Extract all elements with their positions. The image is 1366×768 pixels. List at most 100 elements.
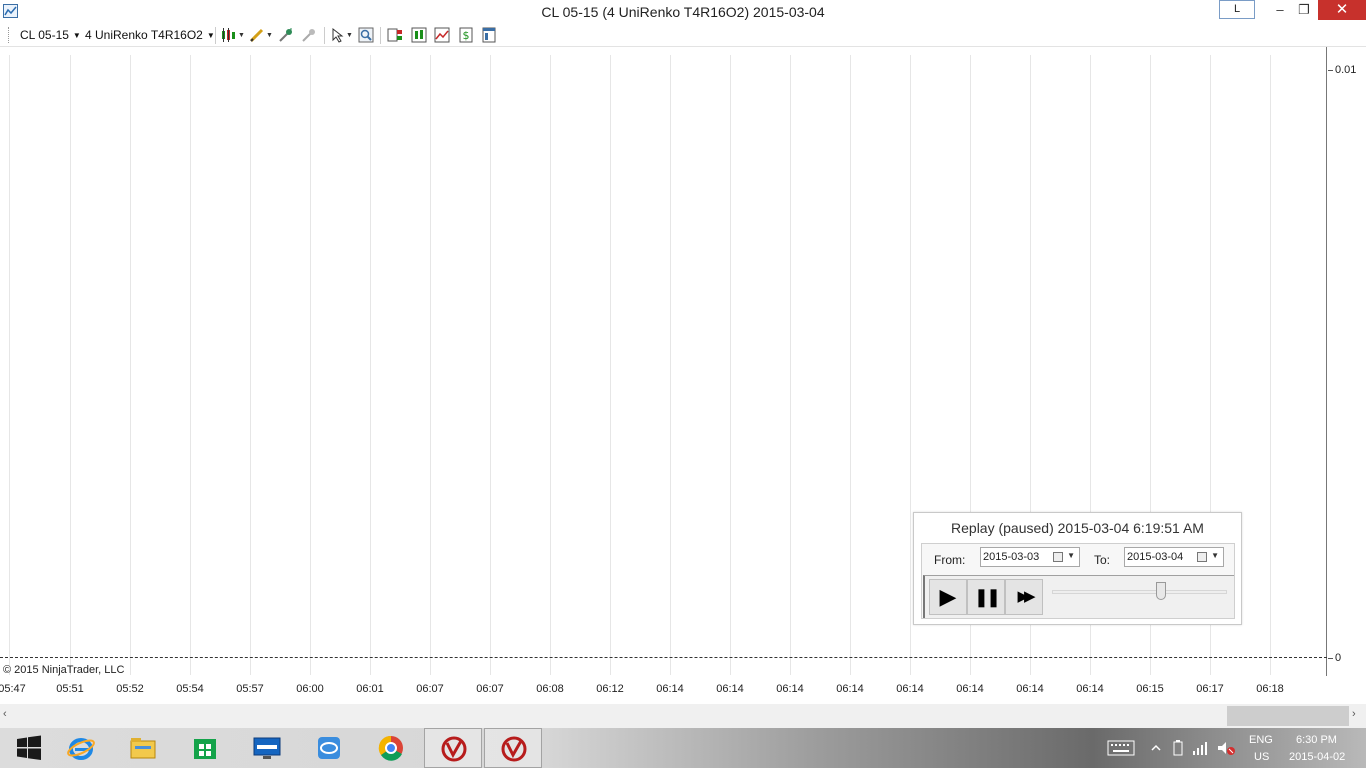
time-label: 06:14 <box>716 683 744 695</box>
ninjatrader-taskbar-item[interactable] <box>424 728 482 768</box>
grid-line <box>370 55 371 675</box>
to-date-picker[interactable]: 2015-03-04 ▼ <box>1124 547 1224 567</box>
clock-date[interactable]: 2015-04-02 <box>1289 751 1345 763</box>
price-label: 0.01 <box>1335 64 1357 76</box>
chart-trader-icon[interactable] <box>387 27 403 43</box>
time-label: 06:18 <box>1256 683 1284 695</box>
chevron-down-icon[interactable]: ▼ <box>1067 551 1075 560</box>
grid-line <box>910 55 911 675</box>
close-button[interactable]: ✕ <box>1318 0 1366 20</box>
grid-line <box>850 55 851 675</box>
time-axis[interactable]: 05:47 05:51 05:52 05:54 05:57 06:00 06:0… <box>0 677 1327 703</box>
chevron-down-icon[interactable]: ▼ <box>1211 551 1219 560</box>
candlestick-style-icon[interactable] <box>220 27 236 43</box>
chevron-down-icon[interactable]: ▼ <box>346 32 353 39</box>
chrome-icon[interactable] <box>362 728 420 768</box>
from-date-picker[interactable]: 2015-03-03 ▼ <box>980 547 1080 567</box>
add-indicator-icon[interactable] <box>278 27 294 43</box>
period-dropdown[interactable]: 4 UniRenko T4R16O2 ▼ <box>85 28 215 42</box>
to-label: To: <box>1094 553 1111 567</box>
chevron-down-icon[interactable]: ▼ <box>238 32 245 39</box>
speed-slider-track[interactable] <box>1052 590 1227 594</box>
time-label: 06:17 <box>1196 683 1224 695</box>
ninjatrader-chart-window: CL 05-15 (4 UniRenko T4R16O2) 2015-03-04… <box>0 0 1366 768</box>
time-label: 06:14 <box>656 683 684 695</box>
properties-icon[interactable] <box>481 27 497 43</box>
data-box-icon[interactable] <box>411 27 427 43</box>
ninjatrader-taskbar-item[interactable] <box>484 728 542 768</box>
horizontal-scrollbar[interactable]: ‹ › <box>0 704 1366 728</box>
chevron-down-icon: ▼ <box>206 31 215 40</box>
time-label: 05:52 <box>116 683 144 695</box>
toolbar-grip[interactable] <box>8 27 11 43</box>
from-label: From: <box>934 553 966 567</box>
time-label: 05:54 <box>176 683 204 695</box>
language-indicator[interactable]: ENG <box>1249 734 1273 746</box>
grid-line <box>310 55 311 675</box>
calendar-icon[interactable] <box>1197 552 1207 562</box>
grid-line <box>1270 55 1271 675</box>
time-label: 06:15 <box>1136 683 1164 695</box>
layout-button[interactable]: L <box>1219 0 1255 19</box>
replay-status: Replay (paused) 2015-03-04 6:19:51 AM <box>951 520 1204 536</box>
zoom-icon[interactable] <box>358 27 374 43</box>
play-button[interactable]: ▶ <box>929 579 967 615</box>
svg-text:$: $ <box>463 29 470 42</box>
restore-button[interactable]: ❐ <box>1292 0 1316 20</box>
time-label: 06:14 <box>776 683 804 695</box>
minimize-button[interactable]: – <box>1268 0 1292 20</box>
language-region[interactable]: US <box>1254 751 1269 763</box>
internet-explorer-icon[interactable] <box>52 728 110 768</box>
time-label: 06:14 <box>956 683 984 695</box>
time-label: 06:07 <box>476 683 504 695</box>
chevron-up-icon[interactable] <box>1151 744 1161 752</box>
price-axis[interactable]: 0.01 0 <box>1328 47 1366 676</box>
time-label: 06:12 <box>596 683 624 695</box>
keyboard-icon[interactable] <box>1107 740 1135 756</box>
strategy-chart-icon[interactable] <box>434 27 450 43</box>
grid-line <box>550 55 551 675</box>
cursor-select-icon[interactable] <box>330 27 346 43</box>
speed-slider-thumb[interactable] <box>1155 582 1166 600</box>
copyright-text: © 2015 NinjaTrader, LLC <box>3 664 125 676</box>
windows-store-icon[interactable] <box>176 728 234 768</box>
grid-line <box>190 55 191 675</box>
time-label: 05:51 <box>56 683 84 695</box>
remove-indicator-icon[interactable] <box>301 27 317 43</box>
lenovo-monitor-icon[interactable] <box>238 728 296 768</box>
window-title: CL 05-15 (4 UniRenko T4R16O2) 2015-03-04 <box>541 4 825 20</box>
time-label: 06:14 <box>1076 683 1104 695</box>
power-battery-icon[interactable] <box>1170 740 1186 756</box>
zero-price-line <box>0 657 1327 658</box>
pencil-draw-icon[interactable] <box>249 27 265 43</box>
speaker-muted-icon[interactable] <box>1217 740 1235 756</box>
grid-line <box>790 55 791 675</box>
chevron-down-icon[interactable]: ▼ <box>266 32 273 39</box>
toolbar-separator <box>215 27 216 44</box>
time-label: 06:14 <box>1016 683 1044 695</box>
signal-icon[interactable] <box>1192 740 1208 756</box>
scrollbar-thumb[interactable] <box>1227 706 1349 726</box>
instrument-dropdown[interactable]: CL 05-15 ▼ <box>20 28 81 42</box>
start-button[interactable] <box>0 728 58 768</box>
dollar-strategy-icon[interactable]: $ <box>458 27 474 43</box>
intel-app-icon[interactable] <box>300 728 358 768</box>
time-label: 06:00 <box>296 683 324 695</box>
windows-taskbar: ENG US 6:30 PM 2015-04-02 <box>0 728 1366 768</box>
chevron-down-icon: ▼ <box>72 31 81 40</box>
pause-button[interactable]: ❚❚ <box>967 579 1005 615</box>
time-label: 05:57 <box>236 683 264 695</box>
title-bar: CL 05-15 (4 UniRenko T4R16O2) 2015-03-04… <box>0 0 1366 24</box>
fast-forward-button[interactable]: ▶▶ <box>1005 579 1043 615</box>
replay-panel: Replay (paused) 2015-03-04 6:19:51 AM Fr… <box>913 512 1242 625</box>
to-date-value: 2015-03-04 <box>1127 551 1184 563</box>
scroll-right-arrow-icon[interactable]: › <box>1352 708 1356 720</box>
clock-time[interactable]: 6:30 PM <box>1296 734 1337 746</box>
grid-line <box>610 55 611 675</box>
calendar-icon[interactable] <box>1053 552 1063 562</box>
scroll-left-arrow-icon[interactable]: ‹ <box>3 708 7 720</box>
file-explorer-icon[interactable] <box>114 728 172 768</box>
period-label: 4 UniRenko T4R16O2 <box>85 28 203 42</box>
grid-line <box>70 55 71 675</box>
toolbar-separator <box>324 27 325 44</box>
